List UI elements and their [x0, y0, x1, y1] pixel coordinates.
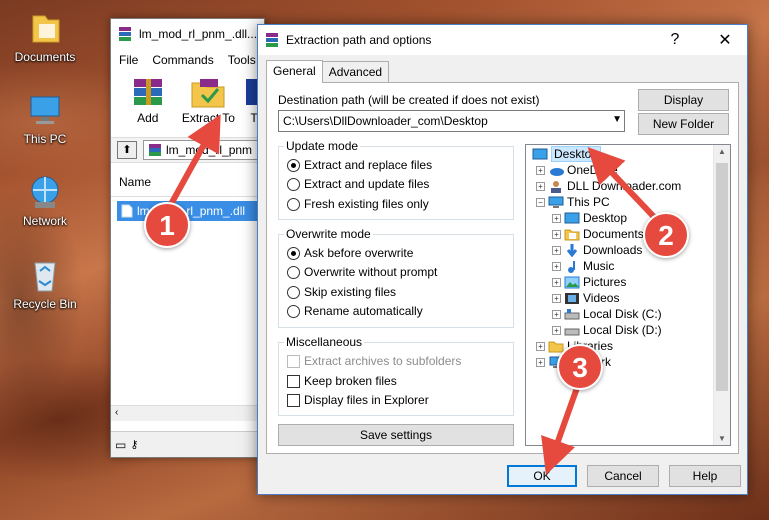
- step-badge-3: 3: [557, 344, 603, 390]
- tab-general[interactable]: General: [266, 60, 323, 83]
- arrow-2: [587, 146, 658, 221]
- arrow-1: [167, 114, 221, 208]
- annotation-arrows: [167, 114, 658, 475]
- arrow-3: [541, 383, 581, 475]
- step-badge-2: 2: [643, 212, 689, 258]
- step-badge-1: 1: [144, 202, 190, 248]
